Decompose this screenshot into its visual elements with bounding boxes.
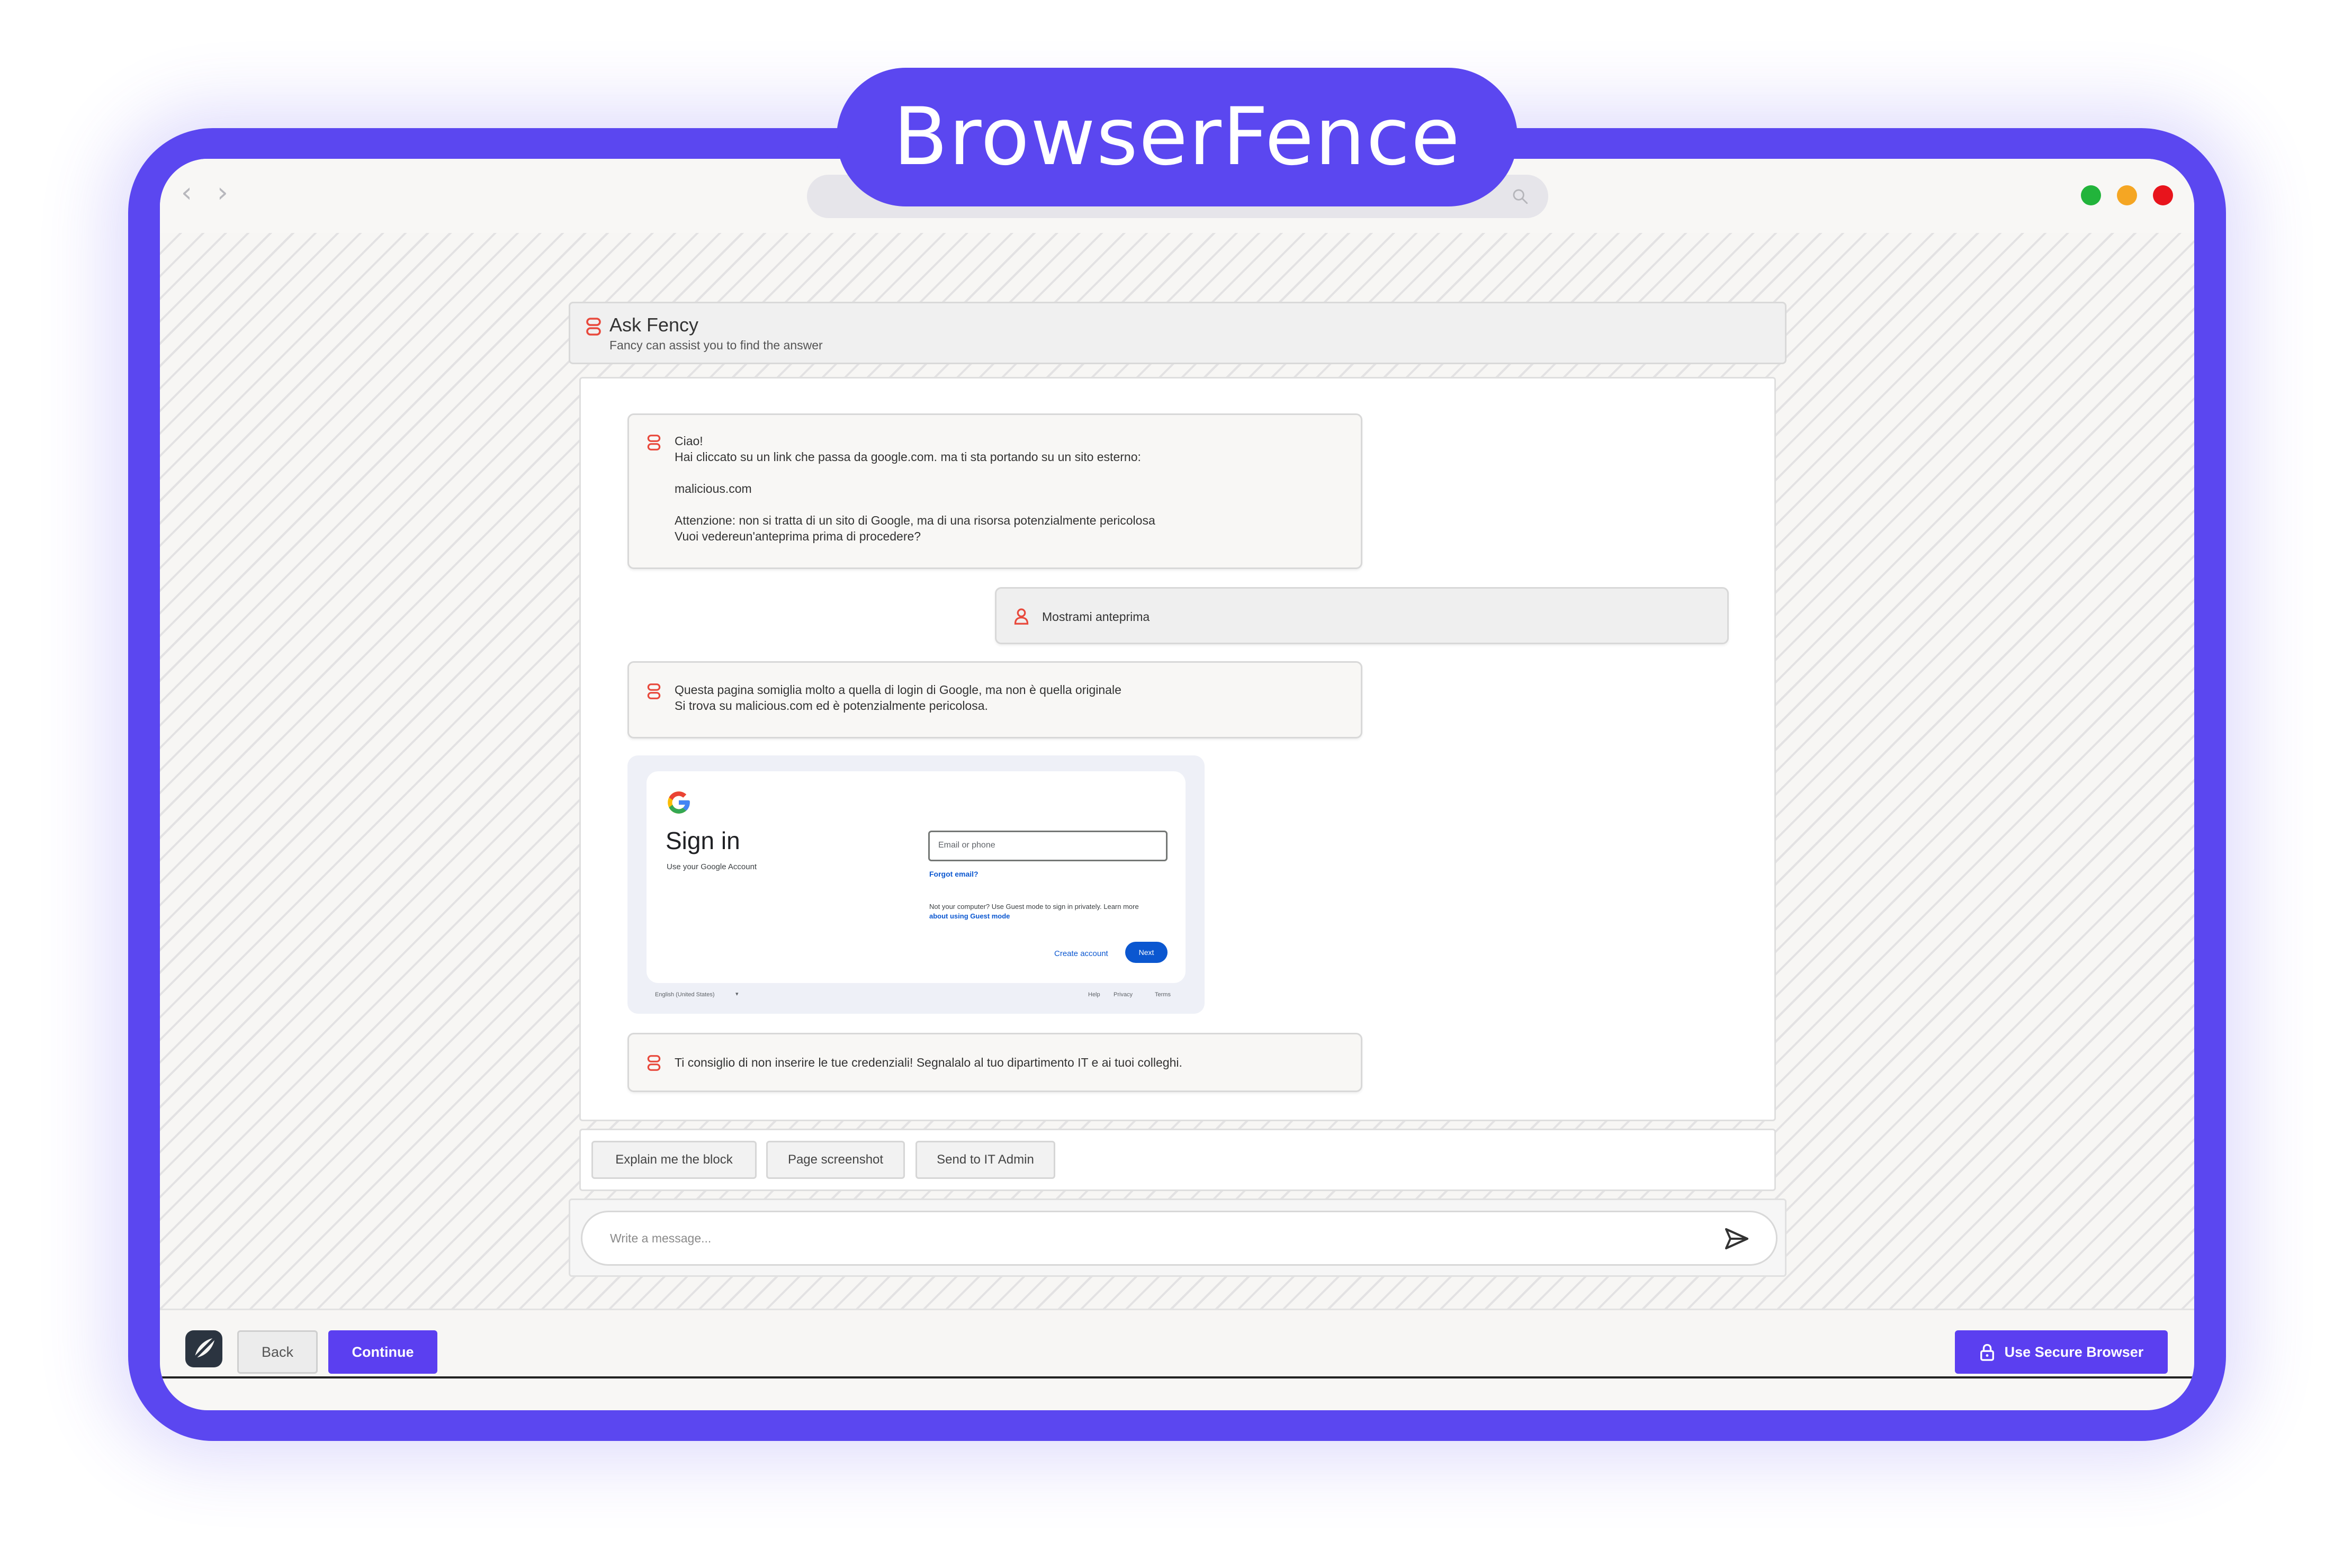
promo-stage: ‹ › Ask Fency Fancy can assist you to fi… (0, 0, 2352, 1568)
page-preview-screenshot: Sign in Use your Google Account Email or… (627, 755, 1205, 1014)
bot-icon (647, 683, 661, 699)
send-icon[interactable] (1724, 1227, 1749, 1250)
chat-title: Ask Fency (609, 314, 699, 336)
signin-subtitle: Use your Google Account (667, 862, 757, 871)
message-text: Vuoi vedereun'anteprima prima di procede… (675, 529, 921, 543)
page-screenshot-button[interactable]: Page screenshot (766, 1141, 905, 1179)
forgot-email-link: Forgot email? (929, 870, 978, 878)
user-message: Mostrami anteprima (995, 587, 1729, 644)
bot-icon (586, 318, 601, 336)
user-icon (1014, 608, 1029, 625)
secure-button-label: Use Secure Browser (2004, 1344, 2144, 1360)
signin-card: Sign in Use your Google Account Email or… (647, 771, 1186, 983)
lock-icon (1980, 1344, 1994, 1361)
window-minimize-dot[interactable] (2117, 185, 2137, 205)
bot-message: Ciao! Hai cliccato su un link che passa … (627, 413, 1362, 569)
bot-message: Ti consiglio di non inserire le tue cred… (627, 1033, 1362, 1092)
message-text: Mostrami anteprima (1042, 610, 1150, 624)
chat-messages: Ciao! Hai cliccato su un link che passa … (579, 377, 1776, 1121)
message-text: Ti consiglio di non inserire le tue cred… (675, 1056, 1182, 1069)
explain-block-button[interactable]: Explain me the block (591, 1141, 757, 1179)
bot-icon (647, 1055, 661, 1071)
use-secure-browser-button[interactable]: Use Secure Browser (1955, 1330, 2168, 1374)
guest-mode-link: about using Guest mode (929, 912, 1010, 920)
preview-next-button: Next (1125, 942, 1168, 963)
chat-panel: Ask Fency Fancy can assist you to find t… (569, 302, 1787, 1277)
preview-email-field: Email or phone (928, 831, 1168, 861)
page-content: Ask Fency Fancy can assist you to find t… (160, 233, 2194, 1309)
composer: Write a message... (569, 1198, 1787, 1277)
message-input[interactable]: Write a message... (581, 1211, 1778, 1266)
message-placeholder: Write a message... (610, 1231, 712, 1245)
chat-subtitle: Fancy can assist you to find the answer (609, 338, 823, 352)
message-text: Ciao! (675, 434, 703, 448)
back-button[interactable]: Back (237, 1330, 318, 1374)
send-to-it-admin-button[interactable]: Send to IT Admin (915, 1141, 1055, 1179)
create-account-link: Create account (1054, 949, 1108, 958)
app-logo-icon (185, 1330, 222, 1367)
continue-button[interactable]: Continue (328, 1330, 437, 1374)
chat-header: Ask Fency Fancy can assist you to find t… (569, 302, 1787, 364)
message-text: Attenzione: non si tratta di un sito di … (675, 513, 1155, 527)
window-close-dot[interactable] (2153, 185, 2173, 205)
search-icon (1513, 189, 1528, 204)
message-text: Questa pagina somiglia molto a quella di… (675, 683, 1121, 697)
google-logo-icon (668, 791, 690, 814)
forward-arrow-icon[interactable]: › (217, 179, 238, 206)
bottom-action-bar: Back Continue Use Secure Browser (160, 1309, 2194, 1378)
preview-terms-link: Terms (1155, 992, 1171, 998)
brand-badge: BrowserFence (837, 68, 1518, 206)
preview-privacy-link: Privacy (1114, 992, 1133, 998)
preview-help-link: Help (1088, 992, 1100, 998)
back-arrow-icon[interactable]: ‹ (181, 179, 202, 206)
guest-mode-text: Not your computer? Use Guest mode to sig… (929, 903, 1139, 911)
browser-window: ‹ › Ask Fency Fancy can assist you to fi… (160, 159, 2194, 1410)
window-maximize-dot[interactable] (2081, 185, 2101, 205)
preview-language: English (United States) (655, 992, 715, 998)
signin-title: Sign in (666, 827, 740, 854)
message-text: Si trova su malicious.com ed è potenzial… (675, 699, 988, 713)
message-text: malicious.com (675, 482, 752, 495)
bot-message: Questa pagina somiglia molto a quella di… (627, 661, 1362, 738)
message-text: Hai cliccato su un link che passa da goo… (675, 450, 1141, 464)
bot-icon (647, 435, 661, 450)
email-placeholder: Email or phone (938, 841, 995, 850)
chevron-down-icon: ▾ (735, 991, 739, 997)
quick-actions: Explain me the block Page screenshot Sen… (579, 1129, 1776, 1191)
